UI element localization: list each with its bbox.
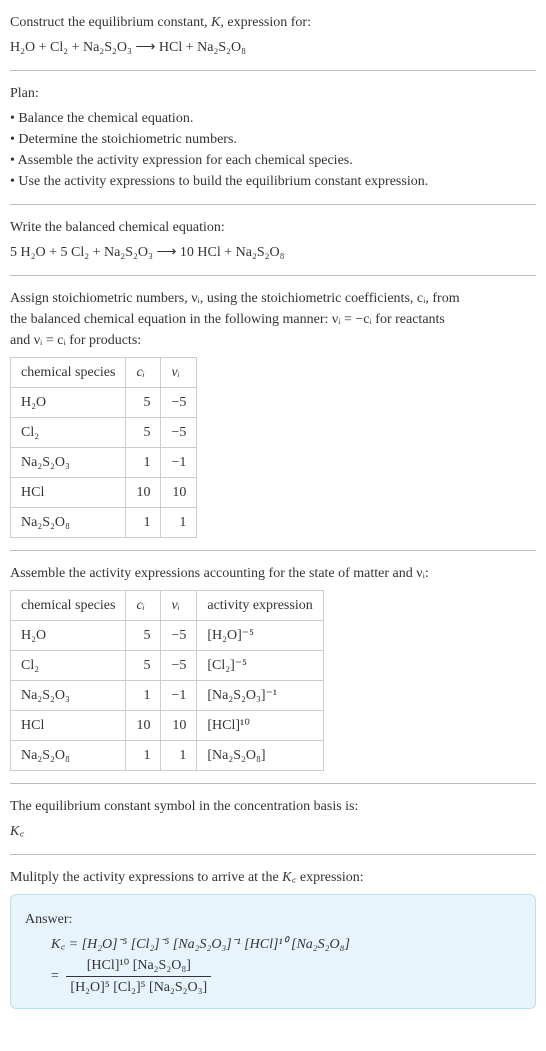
table-row: Na₂S₂O₃ 1 −1 [Na₂S₂O₃]⁻¹ [11, 681, 324, 711]
plan-bullet: • Balance the chemical equation. [10, 108, 536, 129]
col-ci: cᵢ [126, 591, 161, 621]
table-row: HCl 10 10 [11, 478, 197, 508]
cell-ci: 10 [126, 478, 161, 508]
fraction-denominator: [H₂O]⁵ [Cl₂]⁵ [Na₂S₂O₃] [66, 977, 211, 998]
cell-ci: 1 [126, 741, 161, 771]
plan-header: Plan: [10, 83, 536, 104]
cell-species: HCl [11, 478, 126, 508]
table-row: HCl 10 10 [HCl]¹⁰ [11, 711, 324, 741]
assign-text: Assign stoichiometric numbers, νᵢ, using… [10, 288, 536, 309]
col-vi: νᵢ [161, 358, 197, 388]
answer-kc: K꜀ = [H₂O]⁻⁵ [Cl₂]⁻⁵ [Na₂S₂O₃]⁻¹ [HCl]¹⁰… [51, 937, 350, 952]
cell-species: Na₂S₂O₃ [11, 448, 126, 478]
cell-species: Cl₂ [11, 418, 126, 448]
cell-species: Na₂S₂O₈ [11, 508, 126, 538]
cell-vi: −1 [161, 681, 197, 711]
prompt-line-1: Construct the equilibrium constant, K, e… [10, 12, 536, 33]
cell-vi: −1 [161, 448, 197, 478]
cell-vi: 10 [161, 711, 197, 741]
activity-table: chemical species cᵢ νᵢ activity expressi… [10, 590, 324, 771]
cell-species: Na₂S₂O₈ [11, 741, 126, 771]
answer-line-2: = [HCl]¹⁰ [Na₂S₂O₈] [H₂O]⁵ [Cl₂]⁵ [Na₂S₂… [51, 955, 521, 998]
assign-text: and νᵢ = cᵢ for products: [10, 330, 536, 351]
divider [10, 854, 536, 855]
answer-expression: K꜀ = [H₂O]⁻⁵ [Cl₂]⁻⁵ [Na₂S₂O₃]⁻¹ [HCl]¹⁰… [51, 934, 521, 998]
col-vi: νᵢ [161, 591, 197, 621]
cell-activity: [Na₂S₂O₃]⁻¹ [197, 681, 323, 711]
cell-ci: 5 [126, 651, 161, 681]
cell-vi: 1 [161, 741, 197, 771]
table-row: Cl₂ 5 −5 [11, 418, 197, 448]
cell-ci: 1 [126, 448, 161, 478]
divider [10, 204, 536, 205]
cell-species: H₂O [11, 621, 126, 651]
cell-species: HCl [11, 711, 126, 741]
table-row: Na₂S₂O₃ 1 −1 [11, 448, 197, 478]
assemble-text: Assemble the activity expressions accoun… [10, 563, 536, 584]
divider [10, 70, 536, 71]
unbalanced-equation: H₂O + Cl₂ + Na₂S₂O₃ ⟶ HCl + Na₂S₂O₈ [10, 37, 536, 58]
table-row: Na₂S₂O₈ 1 1 [11, 508, 197, 538]
balanced-prompt: Write the balanced chemical equation: [10, 217, 536, 238]
table-row: Na₂S₂O₈ 1 1 [Na₂S₂O₈] [11, 741, 324, 771]
answer-fraction: [HCl]¹⁰ [Na₂S₂O₈] [H₂O]⁵ [Cl₂]⁵ [Na₂S₂O₃… [66, 955, 211, 998]
cell-vi: −5 [161, 388, 197, 418]
cell-vi: 1 [161, 508, 197, 538]
col-activity: activity expression [197, 591, 323, 621]
plan-bullet: • Assemble the activity expression for e… [10, 150, 536, 171]
col-ci: cᵢ [126, 358, 161, 388]
cell-ci: 10 [126, 711, 161, 741]
answer-eq-prefix: = [51, 969, 62, 984]
cell-species: Na₂S₂O₃ [11, 681, 126, 711]
cell-activity: [H₂O]⁻⁵ [197, 621, 323, 651]
cell-species: Cl₂ [11, 651, 126, 681]
table-row: Cl₂ 5 −5 [Cl₂]⁻⁵ [11, 651, 324, 681]
col-species: chemical species [11, 591, 126, 621]
table-row: H₂O 5 −5 [H₂O]⁻⁵ [11, 621, 324, 651]
cell-vi: −5 [161, 621, 197, 651]
symbol: K꜀ [10, 821, 536, 842]
col-species: chemical species [11, 358, 126, 388]
answer-line-1: K꜀ = [H₂O]⁻⁵ [Cl₂]⁻⁵ [Na₂S₂O₃]⁻¹ [HCl]¹⁰… [51, 934, 521, 955]
cell-ci: 5 [126, 621, 161, 651]
cell-activity: [Cl₂]⁻⁵ [197, 651, 323, 681]
multiply-text: Mulitply the activity expressions to arr… [10, 867, 536, 888]
answer-box: Answer: K꜀ = [H₂O]⁻⁵ [Cl₂]⁻⁵ [Na₂S₂O₃]⁻¹… [10, 894, 536, 1009]
plan-bullet: • Use the activity expressions to build … [10, 171, 536, 192]
cell-vi: −5 [161, 418, 197, 448]
balanced-equation: 5 H₂O + 5 Cl₂ + Na₂S₂O₃ ⟶ 10 HCl + Na₂S₂… [10, 242, 536, 263]
plan-bullet: • Determine the stoichiometric numbers. [10, 129, 536, 150]
cell-ci: 1 [126, 508, 161, 538]
prompt-text: Construct the equilibrium constant, K, e… [10, 15, 311, 30]
cell-ci: 1 [126, 681, 161, 711]
cell-ci: 5 [126, 418, 161, 448]
divider [10, 783, 536, 784]
cell-ci: 5 [126, 388, 161, 418]
table-header-row: chemical species cᵢ νᵢ activity expressi… [11, 591, 324, 621]
cell-activity: [Na₂S₂O₈] [197, 741, 323, 771]
stoich-table: chemical species cᵢ νᵢ H₂O 5 −5 Cl₂ 5 −5… [10, 357, 197, 538]
assign-text: the balanced chemical equation in the fo… [10, 309, 536, 330]
symbol-text: The equilibrium constant symbol in the c… [10, 796, 536, 817]
divider [10, 550, 536, 551]
cell-activity: [HCl]¹⁰ [197, 711, 323, 741]
fraction-numerator: [HCl]¹⁰ [Na₂S₂O₈] [66, 955, 211, 977]
table-header-row: chemical species cᵢ νᵢ [11, 358, 197, 388]
table-row: H₂O 5 −5 [11, 388, 197, 418]
cell-vi: 10 [161, 478, 197, 508]
cell-species: H₂O [11, 388, 126, 418]
divider [10, 275, 536, 276]
cell-vi: −5 [161, 651, 197, 681]
answer-label: Answer: [25, 909, 521, 930]
